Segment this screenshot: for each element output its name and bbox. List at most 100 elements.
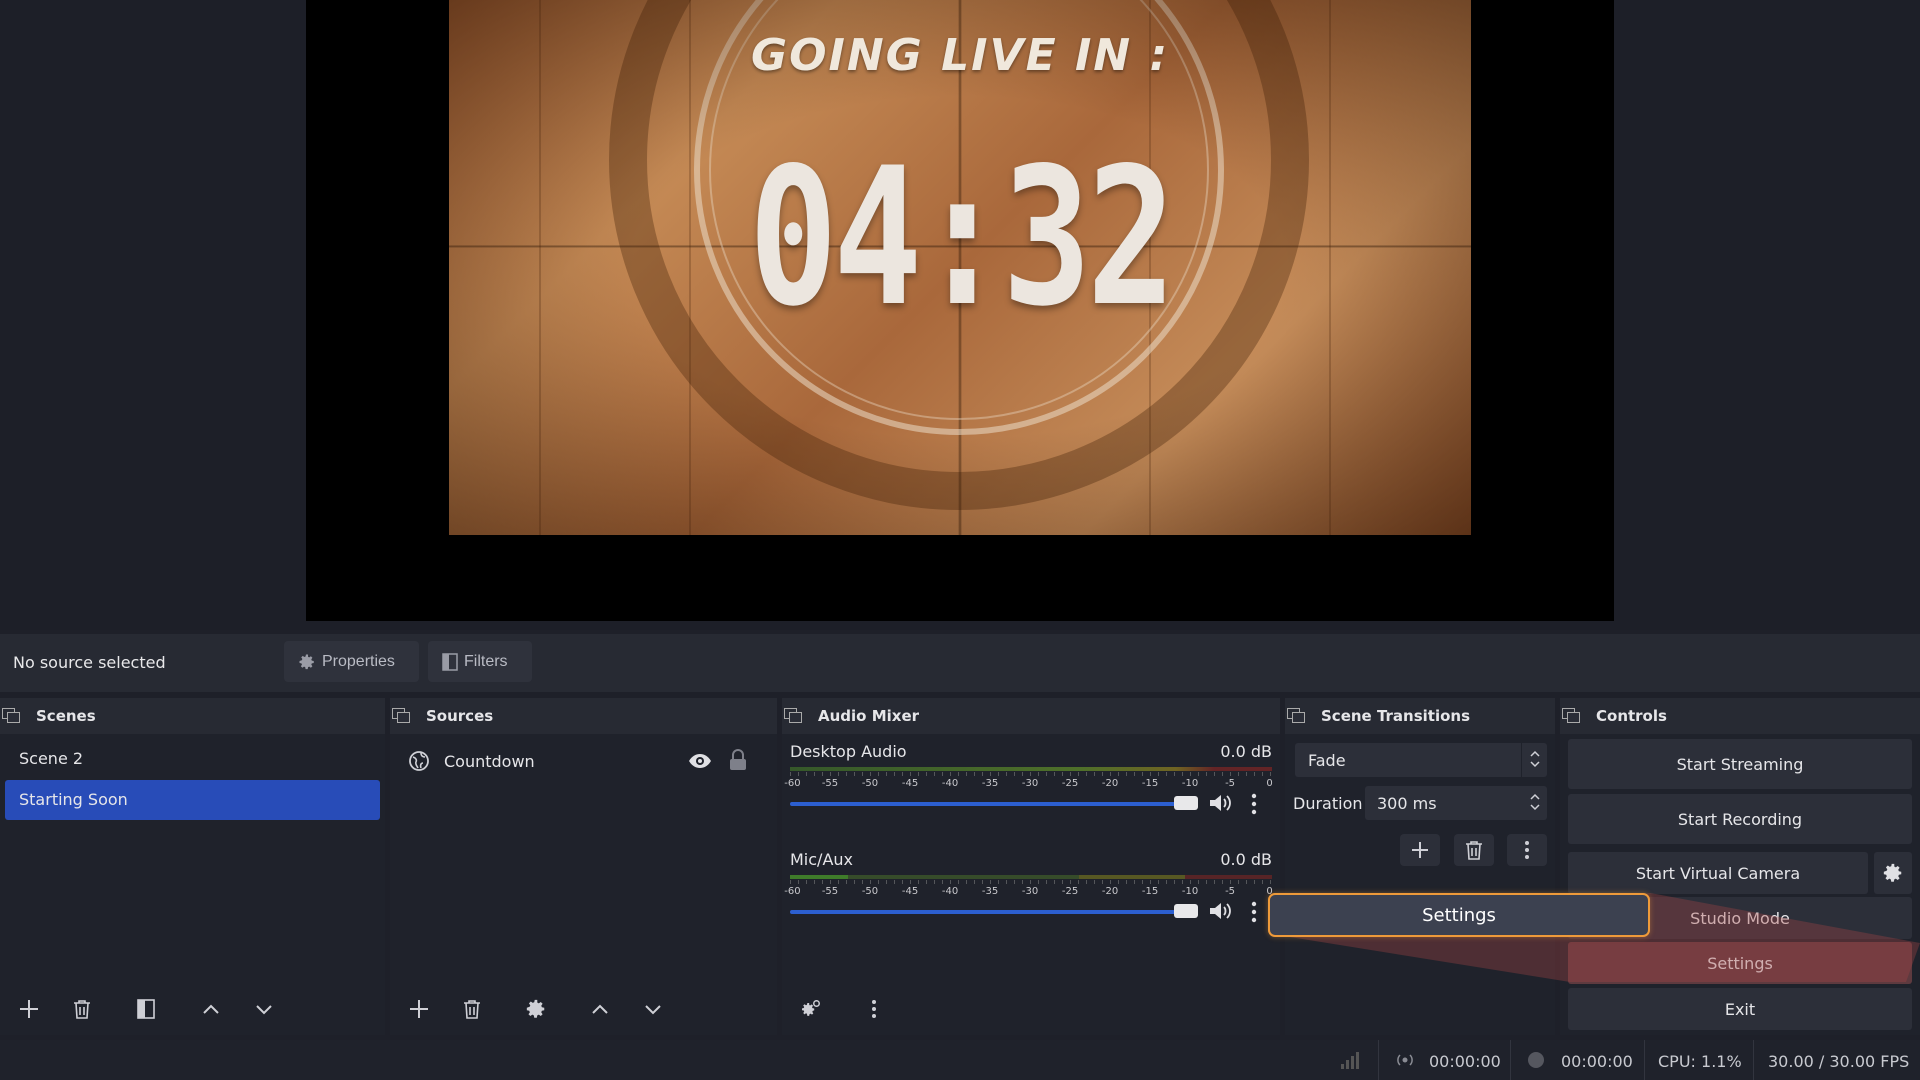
duration-value: 300 ms [1377,794,1437,813]
move-source-down-button[interactable] [633,993,673,1025]
virtual-camera-config-button[interactable] [1874,852,1912,894]
settings-callout[interactable]: Settings [1268,893,1650,937]
dock-float-icon[interactable] [2,708,20,723]
volume-slider-track[interactable] [790,802,1192,806]
tick-label: -45 [901,886,919,897]
scenes-toolbar [0,983,385,1035]
sources-list: Countdown [390,734,777,1035]
source-properties-button[interactable] [516,993,556,1025]
more-options-icon[interactable] [1248,900,1260,924]
chevron-down-icon [256,1005,272,1015]
tick-label: -20 [1101,886,1119,897]
network-signal-icon [1341,1052,1359,1069]
remove-transition-button[interactable] [1454,834,1494,866]
gear-icon [299,654,314,669]
dock-float-icon[interactable] [1287,708,1305,723]
audio-mixer-toolbar [782,983,1280,1035]
move-source-up-button[interactable] [580,993,620,1025]
audio-mixer-title: Audio Mixer [818,707,920,725]
controls-dock: Controls Start Streaming Start Recording… [1560,698,1920,1035]
filter-icon [137,999,155,1019]
sources-title: Sources [426,707,494,725]
transition-menu-button[interactable] [1507,834,1547,866]
status-divider [1753,1040,1754,1080]
volume-slider-track[interactable] [790,910,1192,914]
tick-label: -45 [901,778,919,789]
start-streaming-button[interactable]: Start Streaming [1568,739,1912,789]
tick-label: -20 [1101,778,1119,789]
remove-scene-button[interactable] [62,993,102,1025]
scenes-list: Scene 2 Starting Soon [0,734,385,1035]
stream-time: 00:00:00 [1429,1052,1501,1071]
tick-label: -10 [1181,778,1199,789]
scene-transitions-header[interactable]: Scene Transitions [1285,698,1555,734]
audio-mixer-dock: Audio Mixer Desktop Audio 0.0 dB -60 -55… [782,698,1280,1035]
properties-button[interactable]: Properties [284,641,419,682]
tick-label: -60 [784,886,801,897]
eye-icon[interactable] [688,751,712,771]
mixer-channel-mic-aux: Mic/Aux 0.0 dB -60 -55 -50 -45 -40 -35 -… [784,850,1273,940]
lock-icon[interactable] [728,749,748,771]
duration-spinbox[interactable]: 300 ms [1365,786,1547,820]
select-divider [1521,743,1522,777]
scene-transitions-body: Fade Duration 300 ms [1285,734,1555,1035]
more-options-icon[interactable] [1248,792,1260,816]
volume-slider-handle[interactable] [1174,904,1198,918]
advanced-audio-button[interactable] [791,993,831,1025]
chevron-down-icon [645,1005,661,1015]
transition-selected-value: Fade [1308,751,1346,770]
tick-label: -35 [981,778,999,789]
record-time: 00:00:00 [1561,1052,1633,1071]
controls-header[interactable]: Controls [1560,698,1920,734]
trash-icon [464,1000,480,1019]
trash-icon [74,1000,90,1019]
scenes-header[interactable]: Scenes [0,698,385,734]
up-down-arrows-icon[interactable] [1529,791,1541,813]
tick-label: -15 [1141,778,1159,789]
speaker-icon[interactable] [1208,792,1232,814]
remove-source-button[interactable] [452,993,492,1025]
speaker-icon[interactable] [1208,900,1232,922]
tick-label: -40 [941,886,959,897]
start-recording-button[interactable]: Start Recording [1568,794,1912,844]
scene-filters-button[interactable] [126,993,166,1025]
volume-meter [790,875,1272,879]
add-source-button[interactable] [399,993,439,1025]
start-virtual-camera-button[interactable]: Start Virtual Camera [1568,852,1868,894]
transition-select[interactable]: Fade [1295,743,1547,777]
properties-label: Properties [322,652,395,670]
tick-label: -25 [1061,778,1079,789]
countdown-source-render[interactable]: GOING LIVE IN : 04:32 [449,0,1471,535]
controls-body: Start Streaming Start Recording Start Vi… [1560,734,1920,1035]
record-icon [1528,1052,1544,1068]
sources-header[interactable]: Sources [390,698,777,734]
mixer-channel-desktop-audio: Desktop Audio 0.0 dB -60 -55 -50 -45 -40… [784,742,1273,832]
add-scene-button[interactable] [9,993,49,1025]
tick-label: -5 [1225,778,1236,789]
source-item-countdown[interactable]: Countdown [400,746,770,776]
scene-item-scene-2[interactable]: Scene 2 [5,739,380,779]
tick-label: -25 [1061,886,1079,897]
fps-readout: 30.00 / 30.00 FPS [1768,1052,1910,1071]
move-scene-down-button[interactable] [244,993,284,1025]
plus-icon [1412,842,1428,858]
tick-label: -55 [821,886,839,897]
cpu-usage: CPU: 1.1% [1658,1052,1742,1071]
exit-button[interactable]: Exit [1568,988,1912,1030]
channel-name: Mic/Aux [790,850,853,869]
meter-ticks: -60 -55 -50 -45 -40 -35 -30 -25 -20 -15 … [784,882,1273,898]
status-bar: 00:00:00 00:00:00 CPU: 1.1% 30.00 / 30.0… [0,1040,1920,1080]
settings-button[interactable]: Settings [1568,942,1912,984]
more-options-icon [1525,841,1529,859]
dock-float-icon[interactable] [1562,708,1580,723]
dock-float-icon[interactable] [784,708,802,723]
filters-label: Filters [464,652,508,670]
move-scene-up-button[interactable] [191,993,231,1025]
volume-slider-handle[interactable] [1174,796,1198,810]
audio-mixer-header[interactable]: Audio Mixer [782,698,1280,734]
dock-float-icon[interactable] [392,708,410,723]
mixer-menu-button[interactable] [854,993,894,1025]
add-transition-button[interactable] [1400,834,1440,866]
filters-button[interactable]: Filters [428,641,532,682]
scene-item-starting-soon[interactable]: Starting Soon [5,780,380,820]
